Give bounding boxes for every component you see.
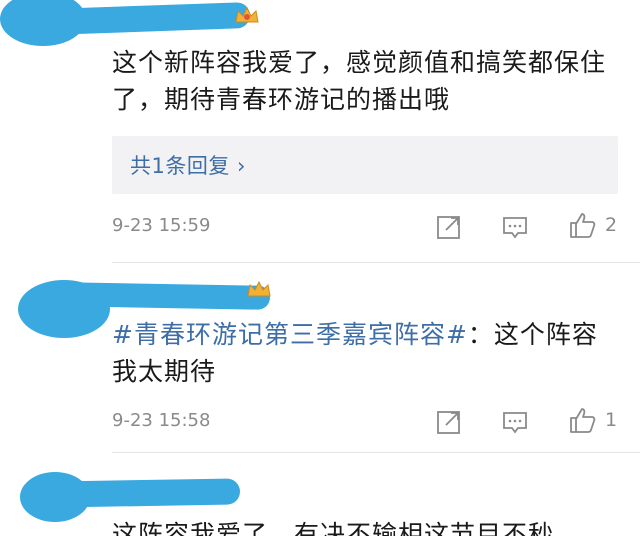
- comment-text: #青春环游记第三季嘉宾阵容#：这个阵容我太期待: [112, 316, 612, 390]
- redacted-username: [49, 478, 241, 508]
- thumbs-up-icon[interactable]: [567, 210, 597, 240]
- comment-timestamp: 9-23 15:59: [112, 215, 211, 236]
- crown-badge-icon: [235, 6, 259, 23]
- share-icon[interactable]: [434, 407, 464, 437]
- comment-text: 这个新阵容我爱了，感觉颜值和搞笑都保住了，期待青春环游记的播出哦: [112, 48, 607, 114]
- share-icon[interactable]: [434, 212, 464, 242]
- like-count: 1: [605, 409, 618, 431]
- comment-timestamp: 9-23 15:58: [112, 410, 211, 431]
- comment-text: 这阵容我爱了，有决不输相这节目不秒: [112, 520, 555, 536]
- comment-item: #青春环游记第三季嘉宾阵容#：这个阵容我太期待 9-23 15:58 1: [0, 262, 640, 453]
- redacted-username: [59, 282, 271, 310]
- thumbs-up-icon[interactable]: [567, 405, 597, 435]
- like-count: 2: [605, 214, 618, 236]
- comment-item: 这个新阵容我爱了，感觉颜值和搞笑都保住了，期待青春环游记的播出哦 共1条回复 ›…: [0, 0, 640, 263]
- view-replies-link[interactable]: 共1条回复 ›: [130, 150, 246, 180]
- reply-summary[interactable]: 共1条回复 ›: [112, 136, 618, 194]
- topic-hashtag-link[interactable]: #青春环游记第三季嘉宾阵容#: [112, 320, 468, 349]
- comment-icon[interactable]: [500, 212, 530, 242]
- crown-badge-icon: [247, 280, 271, 297]
- comment-icon[interactable]: [500, 407, 530, 437]
